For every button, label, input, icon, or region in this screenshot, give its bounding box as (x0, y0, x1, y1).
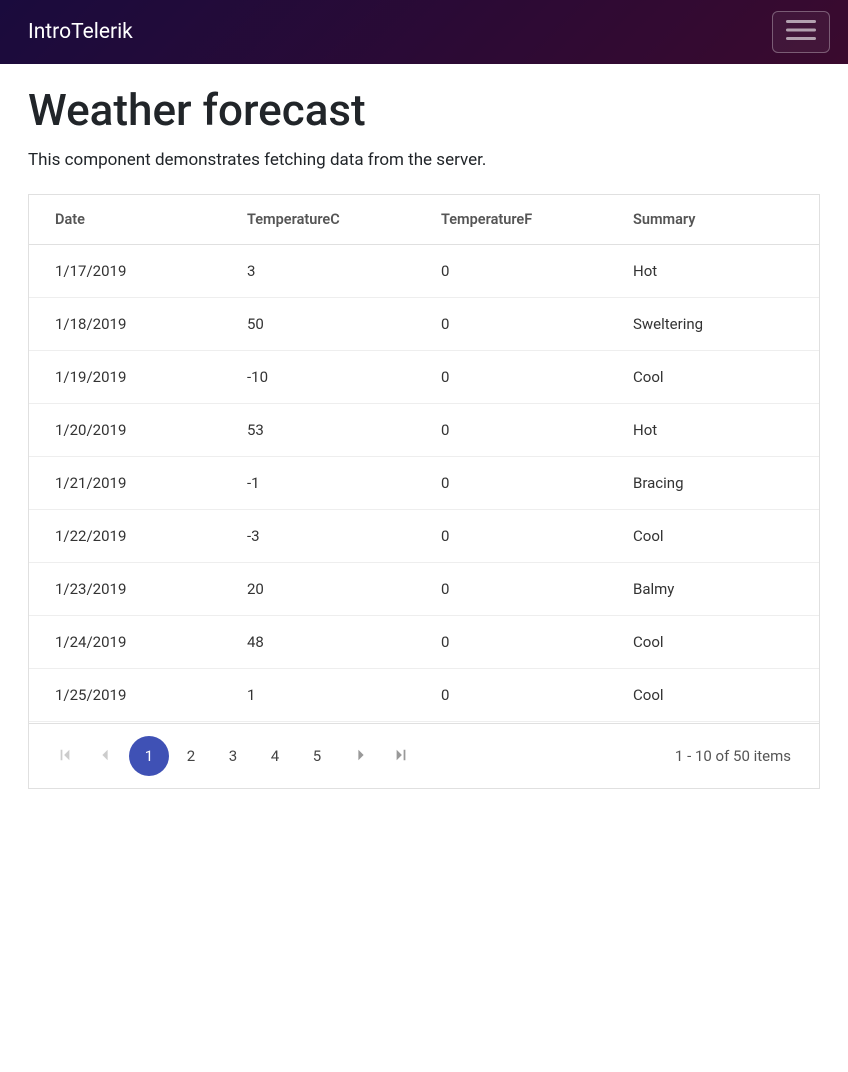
table-row[interactable]: 1/22/2019-30Cool (29, 510, 819, 563)
cell-tempc: 53 (221, 404, 415, 456)
cell-date: 1/25/2019 (29, 669, 221, 721)
pager-page-3[interactable]: 3 (213, 736, 253, 776)
pager-prev-button[interactable] (89, 740, 121, 772)
grid-header: Date TemperatureC TemperatureF Summary (29, 195, 819, 245)
cell-tempf: 0 (415, 298, 607, 350)
table-row[interactable]: 1/23/2019200Balmy (29, 563, 819, 616)
cell-summary: Hot (607, 404, 819, 456)
pager-page-5[interactable]: 5 (297, 736, 337, 776)
cell-tempf: 0 (415, 616, 607, 668)
cell-tempf: 0 (415, 563, 607, 615)
cell-summary: Bracing (607, 457, 819, 509)
cell-tempc: -10 (221, 351, 415, 403)
cell-date: 1/19/2019 (29, 351, 221, 403)
page-title: Weather forecast (28, 84, 820, 136)
grid-body[interactable]: 1/17/201930Hot1/18/2019500Sweltering1/19… (29, 245, 819, 723)
cell-date: 1/17/2019 (29, 245, 221, 297)
cell-tempc: 1 (221, 669, 415, 721)
table-row[interactable]: 1/21/2019-10Bracing (29, 457, 819, 510)
app-brand[interactable]: IntroTelerik (28, 20, 133, 44)
column-header-summary[interactable]: Summary (607, 195, 819, 244)
menu-toggle-button[interactable] (772, 11, 830, 53)
hamburger-icon (786, 18, 816, 46)
cell-tempf: 0 (415, 351, 607, 403)
pager-info: 1 - 10 of 50 items (675, 747, 799, 765)
table-row[interactable]: 1/19/2019-100Cool (29, 351, 819, 404)
chevron-left-icon (98, 747, 112, 766)
cell-summary: Sweltering (607, 298, 819, 350)
cell-tempc: 3 (221, 245, 415, 297)
table-row[interactable]: 1/18/2019500Sweltering (29, 298, 819, 351)
cell-summary: Balmy (607, 563, 819, 615)
cell-date: 1/18/2019 (29, 298, 221, 350)
pager: 12345 1 - 10 of 50 items (29, 723, 819, 788)
cell-tempc: 50 (221, 298, 415, 350)
cell-tempc: 20 (221, 563, 415, 615)
cell-date: 1/23/2019 (29, 563, 221, 615)
table-row[interactable]: 1/24/2019480Cool (29, 616, 819, 669)
table-row[interactable]: 1/20/2019530Hot (29, 404, 819, 457)
last-page-icon (394, 747, 408, 766)
pager-next-button[interactable] (345, 740, 377, 772)
cell-tempc: -1 (221, 457, 415, 509)
pager-page-1[interactable]: 1 (129, 736, 169, 776)
cell-summary: Cool (607, 669, 819, 721)
cell-tempf: 0 (415, 457, 607, 509)
pager-nav: 12345 (49, 736, 417, 776)
data-grid: Date TemperatureC TemperatureF Summary 1… (28, 194, 820, 789)
cell-tempf: 0 (415, 669, 607, 721)
column-header-date[interactable]: Date (29, 195, 221, 244)
table-row[interactable]: 1/25/201910Cool (29, 669, 819, 722)
table-row[interactable]: 1/17/201930Hot (29, 245, 819, 298)
cell-tempf: 0 (415, 510, 607, 562)
pager-page-4[interactable]: 4 (255, 736, 295, 776)
chevron-right-icon (354, 747, 368, 766)
cell-tempf: 0 (415, 245, 607, 297)
main-content: Weather forecast This component demonstr… (0, 64, 848, 809)
cell-tempc: -3 (221, 510, 415, 562)
pager-first-button[interactable] (49, 740, 81, 772)
cell-tempf: 0 (415, 404, 607, 456)
cell-date: 1/20/2019 (29, 404, 221, 456)
first-page-icon (58, 747, 72, 766)
cell-date: 1/21/2019 (29, 457, 221, 509)
cell-date: 1/24/2019 (29, 616, 221, 668)
cell-summary: Hot (607, 245, 819, 297)
cell-date: 1/22/2019 (29, 510, 221, 562)
pager-page-2[interactable]: 2 (171, 736, 211, 776)
cell-summary: Cool (607, 616, 819, 668)
page-subtitle: This component demonstrates fetching dat… (28, 150, 820, 170)
pager-last-button[interactable] (385, 740, 417, 772)
cell-summary: Cool (607, 510, 819, 562)
column-header-tempc[interactable]: TemperatureC (221, 195, 415, 244)
navbar: IntroTelerik (0, 0, 848, 64)
column-header-tempf[interactable]: TemperatureF (415, 195, 607, 244)
cell-summary: Cool (607, 351, 819, 403)
cell-tempc: 48 (221, 616, 415, 668)
